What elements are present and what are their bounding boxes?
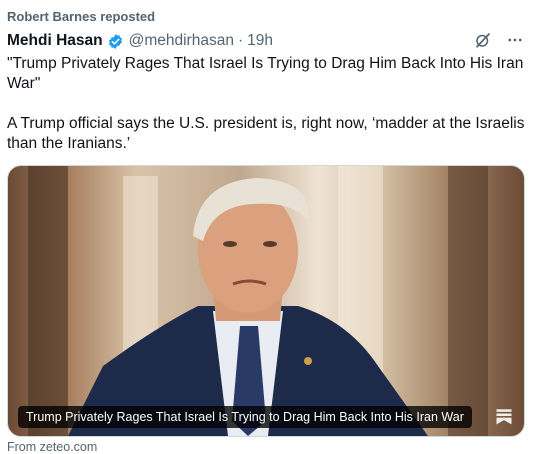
tweet-actions (474, 31, 524, 49)
card-image (28, 166, 488, 436)
card-source[interactable]: From zeteo.com (7, 440, 97, 454)
more-options-icon[interactable] (506, 31, 524, 49)
bookmark-icon[interactable] (494, 406, 514, 426)
tweet-timestamp[interactable]: 19h (247, 32, 273, 50)
tweet-header: Mehdi Hasan @mehdirhasan · 19h (7, 31, 524, 51)
tweet-text: "Trump Privately Rages That Israel Is Tr… (7, 55, 525, 152)
author-name[interactable]: Mehdi Hasan (7, 32, 103, 50)
link-card[interactable]: Trump Privately Rages That Israel Is Try… (7, 165, 525, 437)
verified-badge-icon (108, 33, 122, 49)
card-caption: Trump Privately Rages That Israel Is Try… (18, 406, 472, 428)
grok-icon[interactable] (474, 31, 492, 49)
separator-dot: · (237, 32, 244, 49)
author-handle[interactable]: @mehdirhasan (129, 32, 234, 50)
repost-indicator[interactable]: Robert Barnes reposted (7, 9, 155, 24)
